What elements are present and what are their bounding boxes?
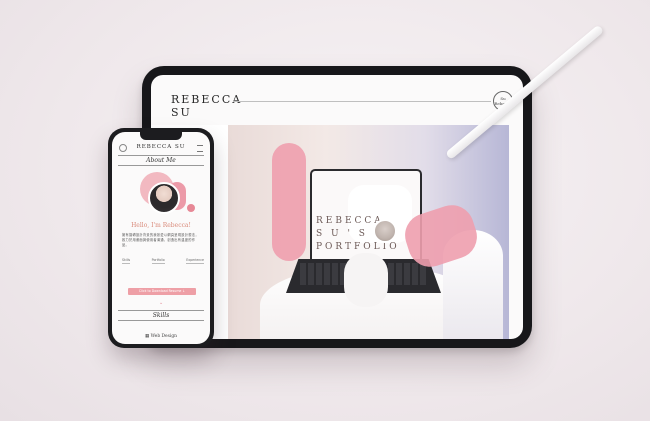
phone-notch	[140, 132, 182, 140]
mockup-scene: REBECCA SU Su Rebecca REBECCA S U ' S PO…	[0, 0, 650, 421]
menu-icon[interactable]	[197, 145, 203, 152]
download-resume-button[interactable]: Click to Download Resume ↓	[128, 288, 196, 295]
skill-item-web-design: ▦ Web Design	[112, 334, 210, 339]
skill-label: Web Design	[150, 334, 177, 339]
hero-image: REBECCA S U ' S PORTFOLIO	[228, 125, 509, 339]
skills-heading: Skills	[118, 310, 204, 321]
header-divider	[233, 101, 491, 102]
section-links: Skills Portfolio Experience	[122, 258, 204, 264]
link-skills[interactable]: Skills	[122, 258, 131, 264]
tablet-site-title[interactable]: REBECCA SU	[171, 93, 240, 119]
link-experience[interactable]: Experience	[186, 258, 204, 264]
pink-dot-decor	[187, 204, 195, 212]
greeting-text: Hello, I'm Rebecca!	[131, 222, 191, 229]
about-heading: About Me	[118, 155, 204, 166]
white-decor-shape-2	[344, 253, 388, 307]
pink-decor-shape	[272, 143, 306, 261]
phone-site-title[interactable]: REBECCA SU	[112, 144, 210, 150]
phone-device: REBECCA SU About Me Hello, I'm Rebecca! …	[108, 128, 214, 348]
bio-text: 擁有攝轉設計背景的我熱愛以網頁呈現設計想法，致力於用畫面與使用者溝通，創造出有溫…	[122, 233, 199, 247]
hero-avatar	[373, 219, 397, 243]
scroll-down-icon: ⌄	[159, 300, 164, 306]
phone-screen: REBECCA SU About Me Hello, I'm Rebecca! …	[112, 132, 210, 344]
link-portfolio[interactable]: Portfolio	[151, 258, 165, 264]
avatar	[148, 182, 180, 214]
